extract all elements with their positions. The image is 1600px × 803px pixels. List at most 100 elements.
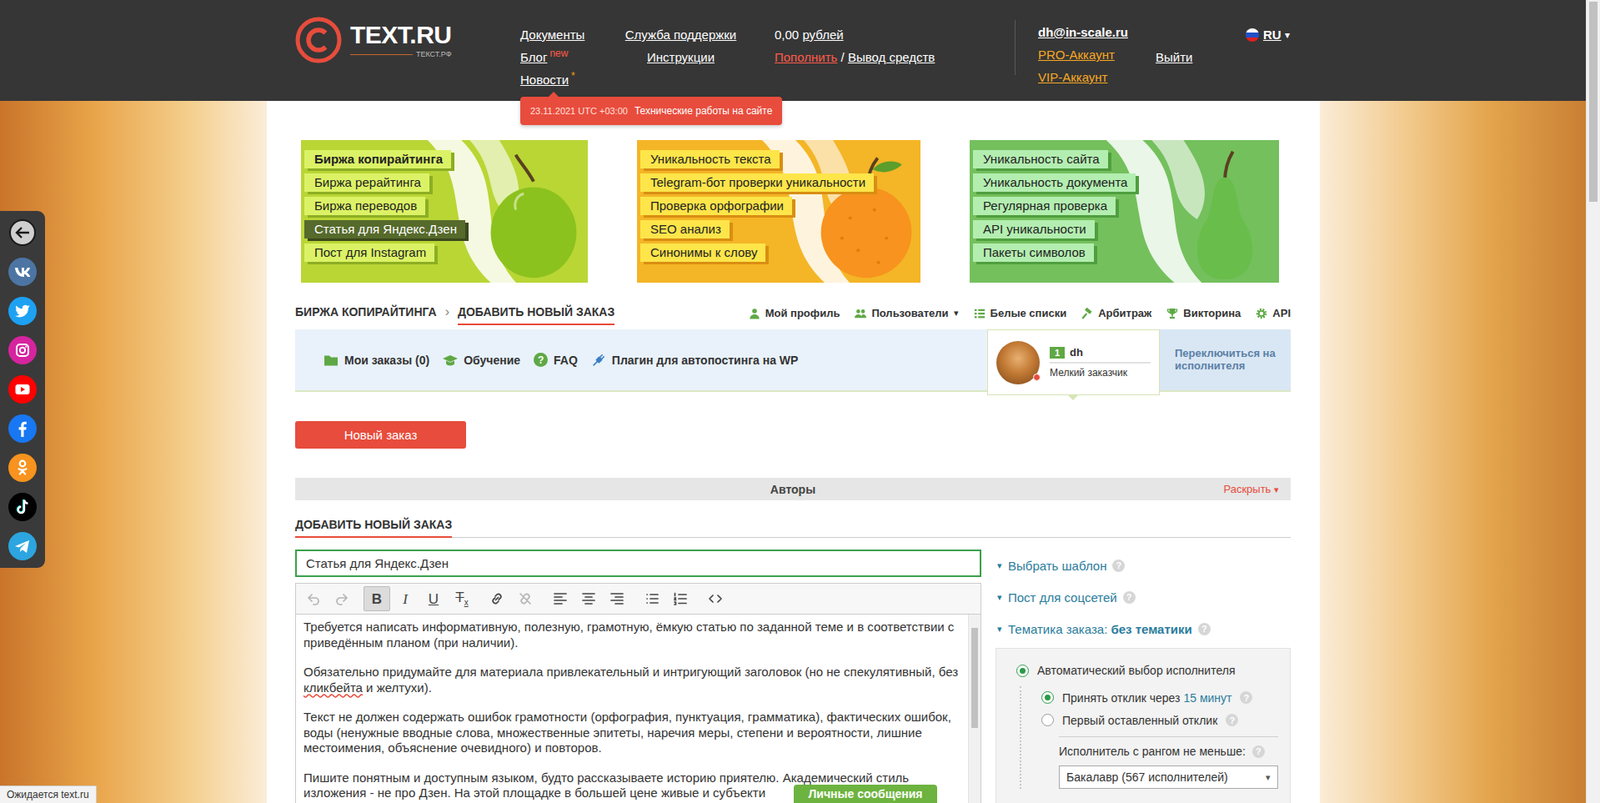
- balance-currency[interactable]: рублей: [802, 27, 843, 42]
- nav-link[interactable]: Новости*: [520, 68, 625, 91]
- subnav-item[interactable]: Обучение: [442, 352, 521, 368]
- banner-link[interactable]: Проверка орфографии: [640, 196, 793, 216]
- unlink-icon: [517, 591, 533, 607]
- banner-link[interactable]: Биржа рерайтинга: [304, 173, 430, 192]
- banner-link[interactable]: Уникальность сайта: [973, 150, 1109, 169]
- toolbar-button[interactable]: [546, 586, 574, 612]
- breadcrumb[interactable]: БИРЖА КОПИРАЙТИНГА: [295, 305, 437, 326]
- toolbar-button[interactable]: [702, 586, 729, 612]
- subnav-item[interactable]: Плагин для автопостинга на WP: [591, 352, 799, 368]
- toolbar-button[interactable]: I: [391, 586, 419, 612]
- banner-link[interactable]: Telegram-бот проверки уникальности: [640, 173, 874, 192]
- toolbar-button[interactable]: U: [420, 586, 447, 612]
- text-editor[interactable]: Требуется написать информативную, полезн…: [295, 614, 982, 803]
- radio-button[interactable]: [1041, 691, 1054, 704]
- accept-mode-radio[interactable]: Первый оставленный отклик ?: [1041, 708, 1279, 732]
- subnav-item[interactable]: ?FAQ: [533, 352, 578, 367]
- nav-link[interactable]: Блогnew: [520, 45, 625, 69]
- option-toggle[interactable]: ▾Тематика заказа: без тематики?: [995, 612, 1291, 645]
- toolbar-button[interactable]: [328, 586, 356, 612]
- social-link[interactable]: [8, 414, 37, 443]
- time-link[interactable]: 15 минут: [1183, 691, 1232, 705]
- banner-link[interactable]: Пост для Instagram: [304, 243, 435, 262]
- help-icon[interactable]: ?: [1225, 713, 1239, 727]
- expand-link[interactable]: Раскрыть ▾: [1223, 482, 1291, 496]
- help-icon[interactable]: ?: [1252, 745, 1265, 758]
- menu-item[interactable]: Викторина: [1166, 306, 1241, 320]
- switch-role-link[interactable]: Переключиться на исполнителя: [1159, 329, 1291, 391]
- pro-account-link[interactable]: PRO-Аккаунт: [1038, 43, 1156, 66]
- withdraw-link[interactable]: Вывод средств: [847, 50, 935, 65]
- nav-link[interactable]: Инструкции: [647, 45, 715, 69]
- scroll-thumb[interactable]: [1589, 1, 1598, 202]
- social-link[interactable]: [8, 336, 37, 365]
- accept-mode-radio[interactable]: Принять отклик через 15 минут?: [1041, 686, 1279, 709]
- banner-link[interactable]: Регулярная проверка: [973, 196, 1116, 216]
- breadcrumb[interactable]: ДОБАВИТЬ НОВЫЙ ЗАКАЗ: [457, 305, 615, 326]
- page-scrollbar[interactable]: [1585, 0, 1600, 803]
- help-icon[interactable]: ?: [1198, 622, 1211, 636]
- menu-item[interactable]: Пользователи▾: [854, 306, 958, 320]
- radio-button[interactable]: [1041, 713, 1054, 727]
- new-order-button[interactable]: Новый заказ: [295, 421, 467, 449]
- menu-item[interactable]: Арбитраж: [1081, 306, 1152, 320]
- banner-link[interactable]: Уникальность текста: [640, 150, 780, 169]
- banner-link[interactable]: Пакеты символов: [973, 243, 1094, 262]
- toolbar-button[interactable]: [300, 586, 327, 612]
- toolbar-button[interactable]: B: [363, 586, 391, 612]
- toolbar-button[interactable]: [483, 586, 511, 612]
- vip-account-link[interactable]: VIP-Аккаунт: [1038, 65, 1156, 89]
- social-link[interactable]: [8, 296, 37, 326]
- banner-link[interactable]: Биржа копирайтинга: [304, 150, 452, 169]
- fruit-illustration: [1175, 145, 1274, 283]
- social-link[interactable]: [8, 218, 37, 247]
- language-switch[interactable]: RU▾: [1244, 23, 1290, 46]
- title-input[interactable]: Статья для Яндекс.Дзен: [295, 549, 982, 577]
- banner-link[interactable]: SEO анализ: [640, 220, 730, 239]
- topup-link[interactable]: Пополнить: [774, 50, 838, 65]
- menu-item[interactable]: Мой профиль: [748, 306, 841, 320]
- option-toggle[interactable]: ▾Выбрать шаблон ?: [995, 549, 1291, 582]
- logout-link[interactable]: Выйти: [1155, 50, 1193, 65]
- toolbar-button[interactable]: [575, 586, 602, 612]
- subnav-label: Плагин для автопостинга на WP: [611, 353, 799, 367]
- toolbar-button[interactable]: Tx: [448, 586, 476, 612]
- toolbar-button[interactable]: [511, 586, 539, 612]
- logo[interactable]: TEXT.RUТЕКСТ.РФ: [295, 16, 521, 64]
- social-link[interactable]: [8, 531, 37, 561]
- radio-button[interactable]: [1016, 664, 1029, 678]
- executor-mode-radio[interactable]: Автоматический выбор исполнителя: [1016, 659, 1279, 682]
- banner-link[interactable]: Синонимы к слову: [640, 243, 766, 262]
- editor-scrollbar[interactable]: [968, 614, 981, 803]
- notice-tooltip[interactable]: 23.11.2021 UTC +03:00Технические работы …: [520, 96, 783, 126]
- help-icon[interactable]: ?: [1123, 591, 1136, 604]
- banner-link[interactable]: Уникальность документа: [973, 173, 1136, 192]
- page-body: Биржа копирайтинга Биржа рерайтинга Биржа …: [0, 100, 1586, 803]
- email-link[interactable]: dh@in-scale.ru: [1038, 20, 1156, 44]
- social-link[interactable]: [8, 492, 37, 522]
- social-link[interactable]: [8, 453, 37, 482]
- toolbar-button[interactable]: [638, 586, 666, 612]
- top-bar: TEXT.RUТЕКСТ.РФДокументыБлогnewНовости*С…: [0, 0, 1586, 101]
- banner-link[interactable]: API уникальности: [973, 220, 1095, 239]
- help-icon[interactable]: ?: [1239, 691, 1253, 704]
- sub-navigation: Мои заказы (0) Обучение ?FAQ Плагин для авт…: [295, 329, 1291, 392]
- social-link[interactable]: [8, 375, 37, 404]
- subnav-item[interactable]: Мои заказы (0): [323, 352, 430, 368]
- help-icon[interactable]: ?: [1112, 559, 1125, 572]
- banner-link[interactable]: Статья для Яндекс.Дзен: [304, 220, 466, 239]
- banner-link[interactable]: Биржа переводов: [304, 196, 426, 216]
- option-toggle[interactable]: ▾Пост для соцсетей ?: [995, 581, 1291, 613]
- subnav-label: Обучение: [463, 353, 521, 367]
- rank-select[interactable]: Бакалавр (567 исполнителей)▾: [1058, 765, 1279, 789]
- menu-item[interactable]: Белые списки: [973, 306, 1068, 320]
- authors-bar[interactable]: АвторыРаскрыть ▾: [295, 477, 1291, 501]
- toolbar-button[interactable]: [603, 586, 631, 612]
- nav-link[interactable]: Документы: [520, 23, 625, 46]
- nav-link[interactable]: Служба поддержки: [625, 23, 738, 46]
- menu-item[interactable]: API: [1255, 306, 1291, 320]
- messages-tab[interactable]: Личные сообщения: [793, 784, 938, 803]
- toolbar-button[interactable]: [667, 586, 694, 612]
- user-card[interactable]: 1dhМелкий заказчик: [987, 329, 1160, 396]
- social-link[interactable]: [8, 257, 37, 286]
